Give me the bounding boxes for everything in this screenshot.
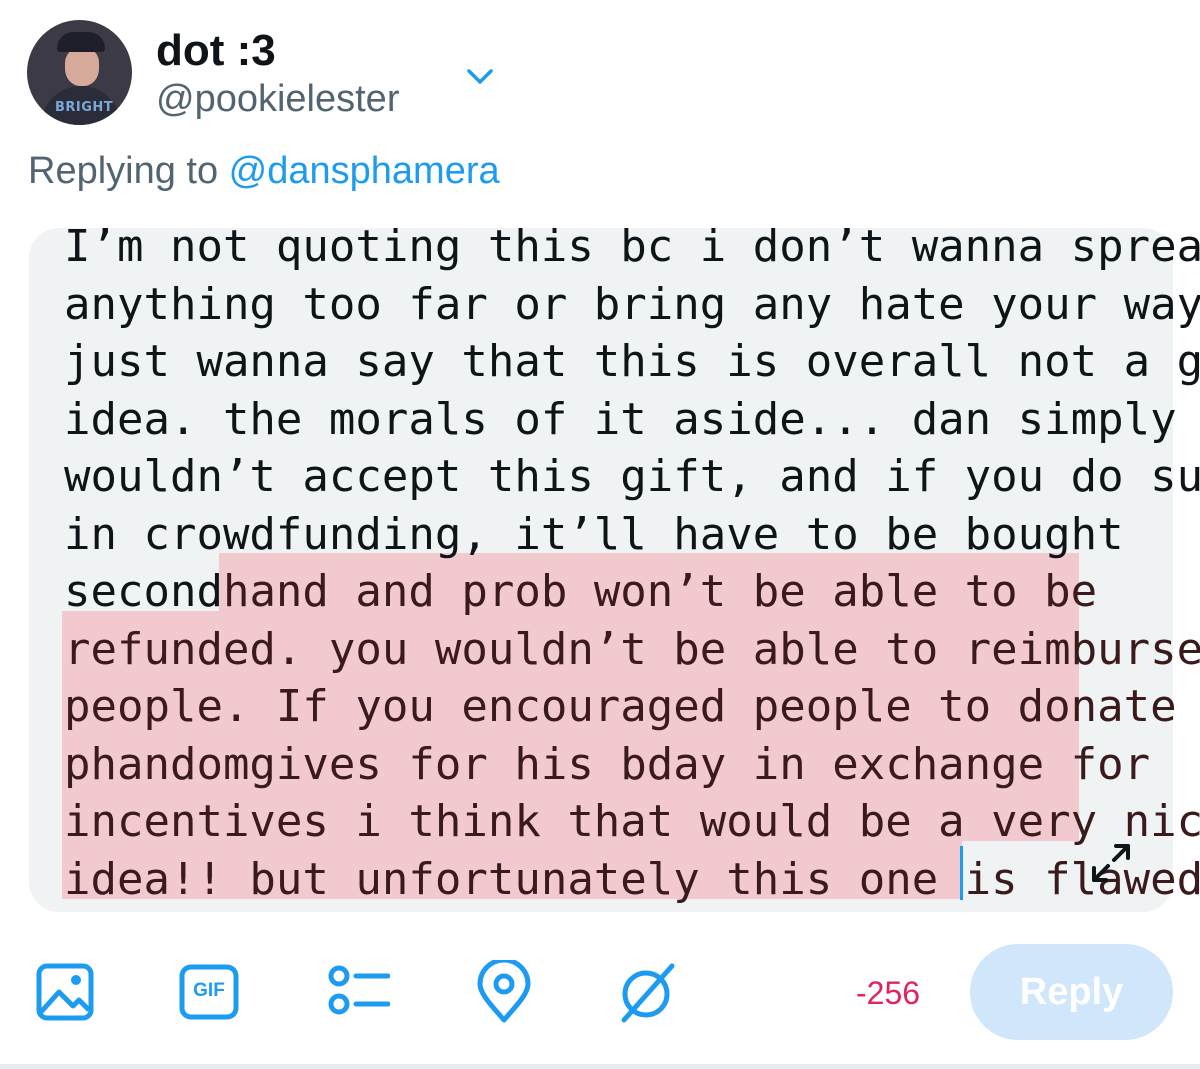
gif-label: GIF — [193, 980, 225, 1001]
replying-prefix: Replying to — [28, 150, 229, 192]
avatar-shirt-text: BRIGHT — [55, 100, 114, 115]
compose-line: idea. the morals of it aside... dan simp… — [64, 393, 1177, 445]
compose-line: second — [64, 566, 223, 617]
account-handle: @pookielester — [156, 78, 400, 120]
bottom-divider — [0, 1064, 1200, 1069]
avatar-face — [65, 48, 99, 86]
selected-text: refunded. you wouldn’t be able to reimbu… — [64, 623, 1200, 675]
selected-text: idea!! but unfortunately this one is fla… — [64, 853, 1200, 905]
compose-text[interactable]: I’m not quoting this bc i don’t wanna sp… — [64, 218, 1200, 908]
compose-line: in crowdfunding, it’ll have to be bought — [64, 508, 1124, 560]
avatar[interactable]: BRIGHT — [27, 20, 132, 125]
compose-line: just wanna say that this is overall not … — [64, 336, 1200, 387]
replying-mention[interactable]: @dansphamera — [229, 150, 500, 192]
selected-text: incentives i think that would be a very … — [64, 796, 1200, 847]
reply-button[interactable]: Reply — [970, 944, 1173, 1040]
poll-icon[interactable] — [326, 960, 390, 1024]
schedule-icon[interactable] — [614, 960, 678, 1024]
text-cursor — [960, 846, 963, 900]
selected-text: people. If you encouraged people to dona… — [64, 681, 1200, 732]
expand-icon[interactable] — [1088, 840, 1134, 886]
chevron-down-icon[interactable] — [464, 64, 496, 90]
display-name: dot :3 — [156, 26, 276, 75]
compose-line: I’m not quoting this bc i don’t wanna sp… — [64, 221, 1200, 272]
reply-compose-screen: BRIGHT dot :3 @pookielester Replying to … — [0, 0, 1200, 1069]
image-icon[interactable] — [33, 960, 97, 1024]
character-counter: -256 — [856, 975, 921, 1011]
selected-text: phandomgives for his bday in exchange fo… — [64, 738, 1151, 790]
compose-line: anything too far or bring any hate your … — [64, 278, 1200, 330]
avatar-cap — [57, 32, 105, 52]
selected-text: hand and prob won’t be able to be — [222, 566, 1098, 617]
gif-icon[interactable]: GIF — [177, 960, 241, 1024]
compose-line: wouldn’t accept this gift, and if you do… — [64, 451, 1200, 502]
replying-to: Replying to @dansphamera — [28, 150, 500, 193]
location-icon[interactable] — [472, 960, 536, 1024]
